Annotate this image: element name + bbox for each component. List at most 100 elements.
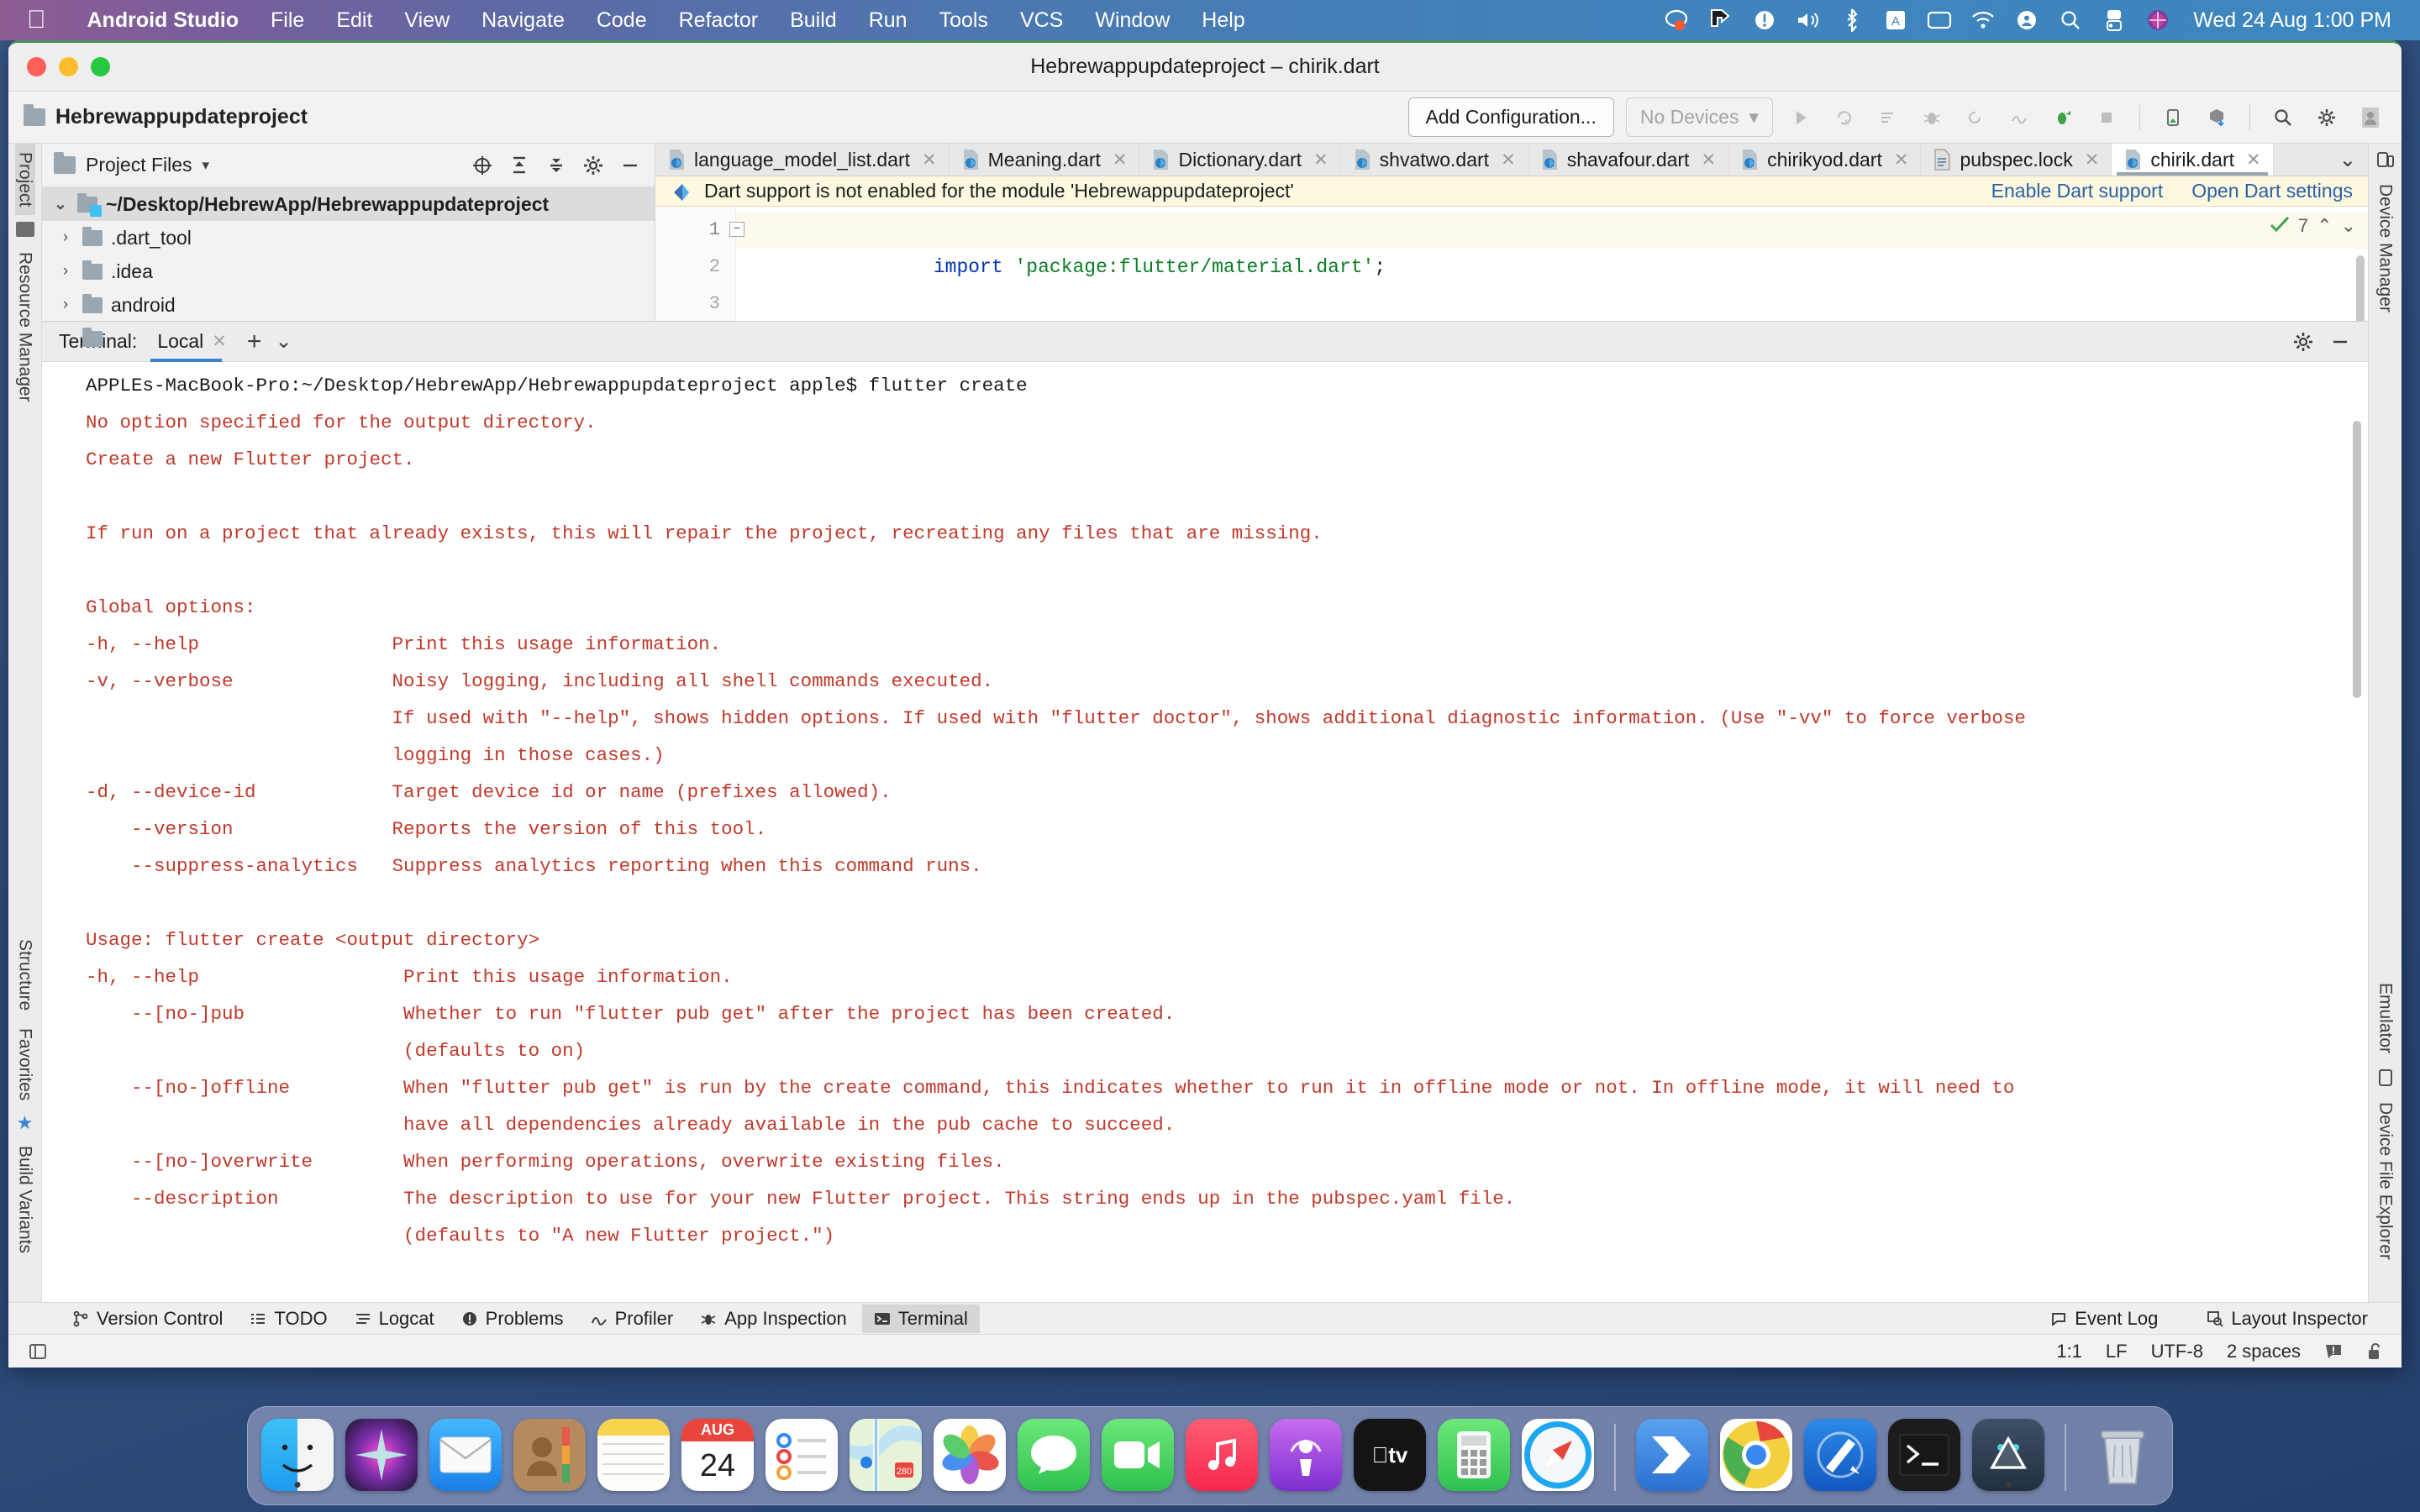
- editor-tab-language-model-list[interactable]: language_model_list.dart ✕: [655, 144, 950, 176]
- dock-slot-maps[interactable]: 280: [850, 1419, 922, 1491]
- expand-all-icon[interactable]: [507, 153, 532, 178]
- close-icon[interactable]: ✕: [1113, 150, 1128, 171]
- collapse-all-icon[interactable]: [544, 153, 569, 178]
- menu-bar-clock[interactable]: Wed 24 Aug 1:00 PM: [2180, 8, 2402, 33]
- terminal-app-icon[interactable]: [1888, 1419, 1960, 1491]
- mail-icon[interactable]: [429, 1419, 502, 1491]
- dock-slot-android-studio-installer[interactable]: [1636, 1419, 1708, 1491]
- sidebar-item-build-variants[interactable]: Build Variants: [15, 1137, 35, 1262]
- sidebar-item-favorites[interactable]: Favorites: [15, 1020, 35, 1109]
- line-separator[interactable]: LF: [2106, 1341, 2128, 1362]
- menu-item-view[interactable]: View: [388, 0, 466, 40]
- menu-item-tools[interactable]: Tools: [923, 0, 1004, 40]
- chevron-right-icon[interactable]: ›: [57, 296, 74, 314]
- siri-icon[interactable]: [2136, 0, 2180, 40]
- menu-item-vcs[interactable]: VCS: [1004, 0, 1079, 40]
- chevron-right-icon[interactable]: ›: [57, 228, 74, 247]
- device-selector[interactable]: No Devices ▾: [1625, 97, 1773, 137]
- dock-slot-trash[interactable]: [2086, 1419, 2159, 1491]
- sidebar-item-device-manager[interactable]: Device Manager: [2375, 176, 2396, 321]
- run-with-coverage-icon[interactable]: [1872, 102, 1904, 134]
- avd-manager-icon[interactable]: [2157, 102, 2189, 134]
- caret-position[interactable]: 1:1: [2056, 1341, 2082, 1362]
- maximize-button[interactable]: [91, 57, 110, 76]
- tool-window-problems[interactable]: Problems: [450, 1305, 576, 1333]
- safari-icon[interactable]: [1522, 1419, 1594, 1491]
- tree-row[interactable]: ⌄ ~/Desktop/HebrewApp/Hebrewappupdatepro…: [42, 187, 655, 221]
- dock-slot-finder[interactable]: [261, 1419, 334, 1491]
- add-terminal-icon[interactable]: +: [247, 328, 262, 354]
- menu-item-help[interactable]: Help: [1186, 0, 1260, 40]
- editor-tab-overflow[interactable]: ⌄: [2328, 144, 2368, 176]
- close-icon[interactable]: ✕: [212, 331, 227, 352]
- debug-icon[interactable]: [1916, 102, 1948, 134]
- music-icon[interactable]: [1186, 1419, 1258, 1491]
- device-file-explorer-icon-slot[interactable]: [2378, 1062, 2393, 1094]
- tool-window-app-inspection[interactable]: App Inspection: [688, 1305, 859, 1333]
- calendar-icon[interactable]: AUG 24: [681, 1419, 754, 1491]
- dock-slot-android-studio[interactable]: [1972, 1419, 2044, 1491]
- sidebar-item-project[interactable]: Project: [14, 144, 35, 216]
- tool-window-todo[interactable]: TODO: [238, 1305, 339, 1333]
- stop-icon[interactable]: [2091, 102, 2123, 134]
- dock-slot-messages[interactable]: [1018, 1419, 1090, 1491]
- file-encoding[interactable]: UTF-8: [2151, 1341, 2203, 1362]
- menu-item-app-name[interactable]: Android Studio: [71, 0, 255, 40]
- editor-scrollbar[interactable]: [2356, 255, 2365, 321]
- tool-window-version-control[interactable]: Version Control: [60, 1305, 234, 1333]
- chevron-down-icon[interactable]: ⌄: [52, 195, 69, 214]
- spotlight-search-icon[interactable]: [2049, 0, 2092, 40]
- code-content[interactable]: − import 'package:flutter/material.dart';…: [729, 207, 2368, 321]
- chevron-down-icon[interactable]: ▾: [203, 157, 210, 174]
- apple-logo-icon[interactable]: : [27, 8, 46, 33]
- dock-slot-reminders[interactable]: [765, 1419, 838, 1491]
- project-panel-title[interactable]: Project Files: [86, 154, 192, 176]
- device-manager-icon-slot[interactable]: [2376, 144, 2395, 176]
- menu-item-run[interactable]: Run: [853, 0, 923, 40]
- rerun-icon[interactable]: [1960, 102, 1991, 134]
- close-icon[interactable]: ✕: [1501, 150, 1516, 171]
- close-icon[interactable]: ✕: [922, 150, 937, 171]
- podcasts-icon[interactable]: [1270, 1419, 1342, 1491]
- enable-dart-support-link[interactable]: Enable Dart support: [1991, 180, 2164, 202]
- search-everywhere-icon[interactable]: [2267, 102, 2299, 134]
- input-source-a-icon[interactable]: A: [1874, 0, 1918, 40]
- wifi-icon[interactable]: [1961, 0, 2005, 40]
- tree-row[interactable]: › .idea: [42, 255, 655, 288]
- sidebar-item-resource-manager[interactable]: Resource Manager: [15, 244, 35, 411]
- minimize-button[interactable]: [59, 57, 78, 76]
- facetime-icon[interactable]: [1102, 1419, 1174, 1491]
- alert-icon[interactable]: [1743, 0, 1786, 40]
- code-editor[interactable]: 1 2 3 4 − import 'package:flutter/materia…: [655, 207, 2368, 321]
- settings-icon[interactable]: [2292, 331, 2314, 353]
- close-icon[interactable]: ✕: [1894, 150, 1909, 171]
- chevron-up-icon[interactable]: ⌃: [2317, 215, 2332, 237]
- menu-item-navigate[interactable]: Navigate: [466, 0, 581, 40]
- menu-item-build[interactable]: Build: [774, 0, 853, 40]
- dock-slot-terminal[interactable]: [1888, 1419, 1960, 1491]
- volume-icon[interactable]: [1786, 0, 1830, 40]
- tool-window-event-log[interactable]: Event Log: [2039, 1305, 2170, 1333]
- menu-item-file[interactable]: File: [255, 0, 320, 40]
- sidebar-item-emulator[interactable]: Emulator: [2375, 974, 2396, 1062]
- dock-slot-appletv[interactable]: tv: [1354, 1419, 1426, 1491]
- tree-row[interactable]: › android: [42, 288, 655, 322]
- bluetooth-icon[interactable]: [1830, 0, 1874, 40]
- locate-icon[interactable]: [470, 153, 495, 178]
- battery-menu-icon[interactable]: [2092, 0, 2136, 40]
- screen-share-icon[interactable]: [1699, 0, 1743, 40]
- sidebar-item-structure[interactable]: Structure: [15, 931, 35, 1019]
- dock-slot-notes[interactable]: [597, 1419, 670, 1491]
- messages-icon[interactable]: [1018, 1419, 1090, 1491]
- editor-tab-chirik[interactable]: chirik.dart ✕: [2112, 144, 2274, 176]
- hide-panel-icon[interactable]: [618, 153, 643, 178]
- chrome-icon[interactable]: [1720, 1419, 1792, 1491]
- sidebar-item-device-file-explorer[interactable]: Device File Explorer: [2375, 1094, 2396, 1268]
- indent-setting[interactable]: 2 spaces: [2227, 1341, 2301, 1362]
- sdk-manager-icon[interactable]: [2201, 102, 2233, 134]
- dock-slot-podcasts[interactable]: [1270, 1419, 1342, 1491]
- photos-icon[interactable]: [934, 1419, 1006, 1491]
- dock-slot-photos[interactable]: [934, 1419, 1006, 1491]
- close-icon[interactable]: ✕: [1313, 150, 1328, 171]
- editor-tab-meaning[interactable]: Meaning.dart ✕: [950, 144, 1140, 176]
